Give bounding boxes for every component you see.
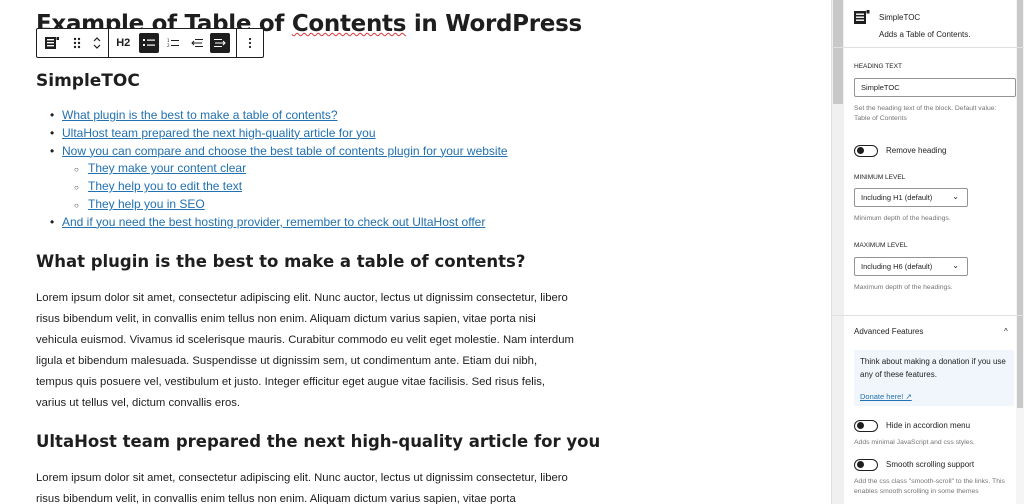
move-buttons[interactable] bbox=[87, 29, 109, 57]
max-level-label: MAXIMUM LEVEL bbox=[854, 242, 908, 249]
advanced-features-toggle[interactable]: Advanced Features bbox=[854, 327, 923, 336]
more-options-button[interactable] bbox=[237, 29, 263, 57]
block-toolbar: H2 1 2 bbox=[36, 28, 264, 58]
toc-item: UltaHost team prepared the next high-qua… bbox=[36, 125, 508, 143]
donation-notice: Think about making a donation if you use… bbox=[854, 350, 1014, 406]
min-level-select[interactable]: Including H1 (default) ⌄ bbox=[854, 188, 968, 207]
remove-heading-label: Remove heading bbox=[886, 146, 947, 155]
heading-text-label: HEADING TEXT bbox=[854, 63, 902, 70]
toc-heading[interactable]: SimpleTOC bbox=[36, 71, 140, 91]
toc-link[interactable]: They make your content clear bbox=[88, 161, 246, 175]
toc-item: And if you need the best hosting provide… bbox=[36, 214, 508, 232]
toc-subitem: They help you in SEO bbox=[36, 196, 508, 215]
max-level-select[interactable]: Including H6 (default) ⌄ bbox=[854, 257, 968, 276]
heading-text-help: Set the heading text of the block. Defau… bbox=[854, 105, 997, 122]
toc-link[interactable]: UltaHost team prepared the next high-qua… bbox=[62, 126, 376, 140]
toc-subitem: They make your content clear bbox=[36, 160, 508, 179]
heading-text-input[interactable]: SimpleTOC bbox=[854, 78, 1016, 97]
scrollbar-thumb[interactable] bbox=[1017, 0, 1023, 408]
toc-link[interactable]: And if you need the best hosting provide… bbox=[62, 215, 485, 229]
block-name: SimpleTOC bbox=[879, 13, 921, 22]
min-level-label: MINIMUM LEVEL bbox=[854, 174, 906, 181]
toc-item: Now you can compare and choose the best … bbox=[36, 143, 508, 161]
unordered-list-icon bbox=[142, 39, 155, 46]
divider bbox=[832, 315, 1024, 316]
toc-item: What plugin is the best to make a table … bbox=[36, 107, 508, 125]
toc-subitem: They help you to edit the text bbox=[36, 178, 508, 197]
ordered-list-button[interactable]: 1 2 bbox=[161, 29, 185, 57]
donation-notice-text: Think about making a donation if you use… bbox=[860, 357, 1006, 379]
divider bbox=[832, 47, 1024, 48]
toc-link[interactable]: What plugin is the best to make a table … bbox=[62, 108, 338, 122]
smooth-scroll-help: Add the css class "smooth-scroll" to the… bbox=[854, 478, 1005, 495]
remove-heading-toggle[interactable] bbox=[854, 145, 878, 157]
chevron-down-icon: ⌄ bbox=[952, 261, 959, 270]
sidebar-scrollbar[interactable] bbox=[1016, 0, 1024, 504]
toc-block-icon bbox=[44, 37, 59, 49]
heading-level-button[interactable]: H2 bbox=[109, 29, 137, 57]
hide-accordion-toggle[interactable] bbox=[854, 420, 878, 432]
outdent-button[interactable] bbox=[185, 29, 209, 57]
min-level-help: Minimum depth of the headings. bbox=[854, 215, 951, 222]
max-level-value: Including H6 (default) bbox=[861, 262, 933, 271]
outdent-icon bbox=[190, 39, 203, 47]
smooth-scroll-toggle[interactable] bbox=[854, 459, 878, 471]
chevron-down-icon: ⌄ bbox=[952, 192, 959, 201]
drag-handle-icon bbox=[73, 37, 80, 49]
indent-icon bbox=[214, 39, 227, 47]
indent-button[interactable] bbox=[208, 29, 232, 57]
ordered-list-icon: 1 2 bbox=[167, 38, 179, 48]
min-level-value: Including H1 (default) bbox=[861, 193, 933, 202]
hide-accordion-help: Adds minimal JavaScript and css styles. bbox=[854, 439, 975, 446]
drag-handle[interactable] bbox=[67, 29, 87, 57]
max-level-help: Maximum depth of the headings. bbox=[854, 284, 953, 291]
block-description: Adds a Table of Contents. bbox=[879, 30, 971, 39]
unordered-list-button[interactable] bbox=[137, 29, 161, 57]
block-type-button[interactable] bbox=[37, 29, 67, 57]
section-heading[interactable]: What plugin is the best to make a table … bbox=[36, 252, 525, 271]
section-heading[interactable]: UltaHost team prepared the next high-qua… bbox=[36, 432, 600, 451]
smooth-scroll-label: Smooth scrolling support bbox=[886, 460, 975, 469]
more-vertical-icon bbox=[248, 37, 252, 49]
move-up-down-icon bbox=[94, 37, 101, 49]
toc-link[interactable]: They help you to edit the text bbox=[88, 179, 242, 193]
toc-list: What plugin is the best to make a table … bbox=[36, 107, 508, 232]
scrollbar-thumb[interactable] bbox=[833, 0, 843, 104]
svg-text:2: 2 bbox=[167, 43, 170, 48]
post-title-text-misspelled: Contents bbox=[291, 11, 407, 37]
block-settings-sidebar: SimpleTOC Adds a Table of Contents. HEAD… bbox=[831, 0, 1024, 504]
paragraph[interactable]: Lorem ipsum dolor sit amet, consectetur … bbox=[36, 468, 576, 504]
editor-canvas: Example of Table of Contents in WordPres… bbox=[0, 0, 831, 504]
toc-link[interactable]: Now you can compare and choose the best … bbox=[62, 144, 508, 158]
chevron-up-icon[interactable]: ^ bbox=[1004, 327, 1008, 336]
canvas-scrollbar[interactable] bbox=[832, 0, 844, 504]
post-title-text-end: in WordPress bbox=[406, 11, 582, 37]
toc-block-icon bbox=[854, 10, 870, 24]
paragraph[interactable]: Lorem ipsum dolor sit amet, consectetur … bbox=[36, 288, 576, 414]
toc-link[interactable]: They help you in SEO bbox=[88, 197, 205, 211]
donate-link[interactable]: Donate here! ↗ bbox=[860, 392, 912, 401]
hide-accordion-label: Hide in accordion menu bbox=[886, 421, 971, 430]
